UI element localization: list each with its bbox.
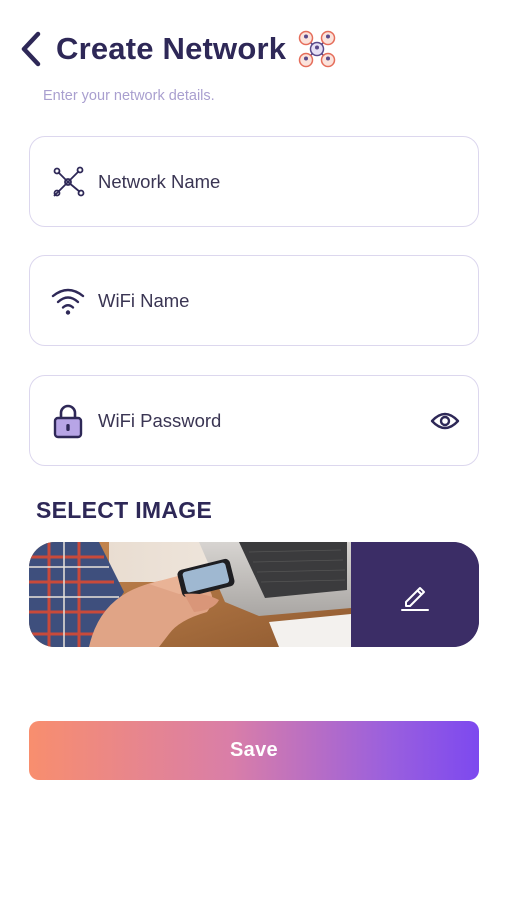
network-nodes-icon: [48, 162, 88, 202]
image-picker[interactable]: [29, 542, 479, 647]
network-people-icon: [298, 30, 336, 68]
eye-icon: [430, 412, 460, 430]
chevron-left-icon: [21, 31, 41, 67]
wifi-icon: [48, 281, 88, 321]
edit-image-button[interactable]: [351, 542, 479, 647]
select-image-heading: SELECT IMAGE: [36, 497, 213, 523]
header: Create Network: [20, 26, 338, 72]
back-button[interactable]: [20, 29, 50, 69]
wifi-name-field[interactable]: WiFi Name: [29, 255, 479, 346]
save-button[interactable]: Save: [29, 721, 479, 780]
wifi-password-input[interactable]: WiFi Password: [98, 410, 221, 432]
lock-icon: [48, 401, 88, 441]
toggle-password-visibility-button[interactable]: [422, 398, 468, 444]
wifi-password-field[interactable]: WiFi Password: [29, 375, 479, 466]
pencil-icon: [401, 586, 429, 611]
page-subtitle: Enter your network details.: [43, 88, 215, 104]
network-name-field[interactable]: Network Name: [29, 136, 479, 227]
page-title: Create Network: [56, 31, 287, 66]
selected-image-preview: [29, 542, 351, 647]
wifi-name-input[interactable]: WiFi Name: [98, 290, 189, 312]
create-network-screen: Create Network Enter your network detail…: [0, 0, 507, 900]
network-name-input[interactable]: Network Name: [98, 171, 220, 193]
